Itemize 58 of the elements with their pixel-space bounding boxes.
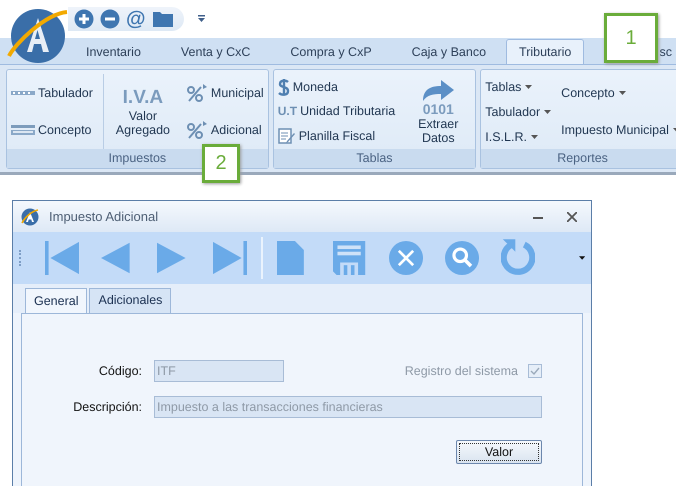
ribbon-menu[interactable]: Concepto <box>561 86 676 100</box>
checkbox-label: Registro del sistema <box>404 364 518 378</box>
caret-icon <box>530 134 538 138</box>
step-callout: 2 <box>202 144 240 183</box>
ribbon-button[interactable]: Municipal <box>186 82 264 103</box>
step-callout: 1 <box>604 13 658 63</box>
folder-icon[interactable] <box>152 10 174 28</box>
close-icon[interactable] <box>567 212 577 222</box>
search-icon[interactable] <box>444 241 479 275</box>
tab[interactable]: General <box>25 288 88 314</box>
ribbon-menu[interactable]: I.S.L.R. <box>485 130 552 144</box>
ribbon-button[interactable]: Adicional <box>186 120 264 140</box>
field-label: Código: <box>98 364 142 378</box>
refresh-icon[interactable] <box>500 239 535 275</box>
ribbon-tab[interactable]: Venta y CxC <box>160 39 270 64</box>
caret-icon <box>544 110 552 114</box>
window-title: Impuesto Adicional <box>49 209 160 224</box>
minus-icon[interactable] <box>100 9 120 29</box>
ribbon-button[interactable]: Tabulador <box>11 86 93 100</box>
customize-dropdown-icon[interactable] <box>198 15 205 23</box>
save-icon[interactable] <box>332 241 365 275</box>
ribbon-tab[interactable]: Compra y CxP <box>270 39 392 64</box>
ribbon-menu[interactable]: Tabulador <box>485 104 552 118</box>
ribbon-button[interactable]: I.V.A Valor Agregado <box>110 86 176 136</box>
overflow-caret-icon[interactable] <box>578 256 585 260</box>
ribbon-button[interactable]: 0101 Extraer Datos <box>405 78 472 144</box>
table-icon <box>11 125 35 136</box>
percent-icon <box>186 82 208 103</box>
plus-icon[interactable] <box>74 9 94 29</box>
new-document-icon[interactable] <box>276 241 304 275</box>
next-icon[interactable] <box>156 242 186 274</box>
caret-icon <box>618 90 626 95</box>
last-record-icon[interactable] <box>212 241 247 275</box>
percent-icon <box>186 120 208 140</box>
ribbon-tab[interactable]: sc <box>656 39 676 64</box>
first-record-icon[interactable] <box>44 241 79 275</box>
dollar-icon <box>278 78 290 96</box>
previous-icon[interactable] <box>100 242 130 274</box>
caret-icon <box>525 84 532 88</box>
ribbon-button[interactable]: U.T Unidad Tributaria <box>278 104 396 118</box>
ribbon-tab[interactable]: Caja y Banco <box>392 39 506 64</box>
cancel-icon[interactable] <box>388 241 423 275</box>
ribbon-menu[interactable]: Tablas <box>485 80 552 94</box>
ribbon-button[interactable]: Planilla Fiscal <box>278 126 396 145</box>
ribbon-tab[interactable]: Tributario <box>506 39 584 64</box>
field-label: Descripción: <box>72 400 142 414</box>
valor-button[interactable]: Valor <box>456 440 542 464</box>
tab[interactable]: Adicionales <box>89 288 172 313</box>
ribbon-button[interactable]: Moneda <box>278 78 396 96</box>
ribbon-menu[interactable]: Impuesto Municipal <box>561 123 676 138</box>
group-title: Tablas <box>274 149 476 168</box>
form-icon <box>278 126 296 145</box>
app-logo-icon <box>21 208 39 226</box>
ribbon-button[interactable]: Concepto <box>11 123 93 138</box>
arrow-icon <box>421 78 456 100</box>
ribbon-tab[interactable]: Inventario <box>66 39 161 64</box>
at-button[interactable]: @ <box>126 9 146 29</box>
group-title: Reportes <box>481 149 676 168</box>
